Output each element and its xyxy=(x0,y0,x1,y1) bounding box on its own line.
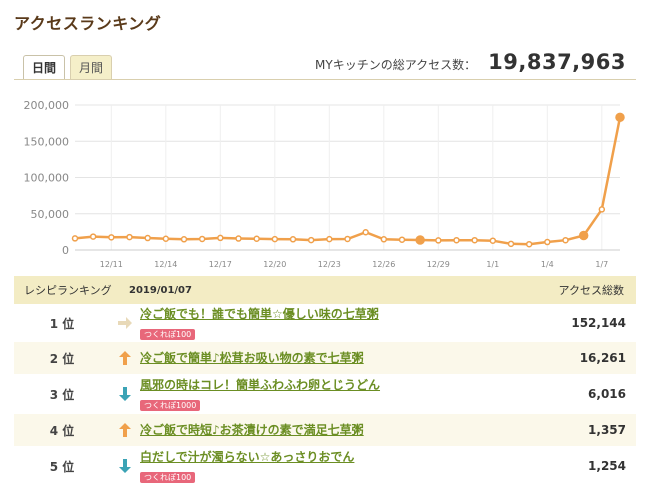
ranking-row: 4 位 冷ご飯で時短♪お茶漬けの素で満足七草粥 1,357 xyxy=(14,414,636,446)
tsukurepo-badge: つくれぽ100 xyxy=(140,328,196,340)
trend-down-icon xyxy=(110,386,140,402)
data-point xyxy=(578,230,589,241)
series-line xyxy=(74,117,622,246)
trend-up-icon xyxy=(110,350,140,366)
data-point xyxy=(471,236,478,244)
tab-daily[interactable]: 日間 xyxy=(23,55,66,80)
data-point xyxy=(435,237,442,244)
x-tick-label: 12/11 xyxy=(100,260,123,269)
data-point xyxy=(289,236,297,243)
rank-number: 3 位 xyxy=(49,387,75,402)
data-point xyxy=(144,234,151,242)
x-tick-label: 12/20 xyxy=(263,260,286,269)
data-point xyxy=(453,236,460,244)
ranking-date: 2019/01/07 xyxy=(129,284,192,296)
data-point xyxy=(307,236,315,244)
rank-number: 4 位 xyxy=(49,423,75,438)
ranking-list: 1 位 冷ご飯でも！誰でも簡単☆優しい味の七草粥 つくれぽ100 152,144… xyxy=(14,304,636,486)
data-point xyxy=(562,236,569,244)
data-point xyxy=(525,240,533,248)
trend-down-icon xyxy=(110,458,140,474)
x-tick-label: 12/23 xyxy=(318,260,341,269)
data-point xyxy=(489,237,497,244)
total-access-value: 19,837,963 xyxy=(488,50,626,74)
recipe-link[interactable]: 冷ご飯でも！誰でも簡単☆優しい味の七草粥 xyxy=(140,306,526,322)
page-title: アクセスランキング xyxy=(14,14,162,33)
x-tick-label: 1/1 xyxy=(486,260,499,269)
total-access-label: MYキッチンの総アクセス数： xyxy=(315,58,477,72)
data-point xyxy=(598,206,606,213)
data-point xyxy=(108,234,115,241)
data-point xyxy=(217,234,224,242)
x-tick-label: 12/14 xyxy=(154,260,177,269)
recipe-link[interactable]: 冷ご飯で簡単♪松茸お吸い物の素で七草粥 xyxy=(140,350,526,366)
data-point xyxy=(71,235,79,242)
data-point xyxy=(162,235,170,243)
data-point xyxy=(544,238,551,246)
data-point xyxy=(398,236,406,243)
trend-same-icon xyxy=(110,316,140,330)
ranking-row: 2 位 冷ご飯で簡単♪松茸お吸い物の素で七草粥 16,261 xyxy=(14,342,636,374)
access-count: 16,261 xyxy=(579,351,626,365)
data-point xyxy=(344,235,351,243)
recipe-link[interactable]: 冷ご飯で時短♪お茶漬けの素で満足七草粥 xyxy=(140,422,526,438)
rank-number: 5 位 xyxy=(49,459,75,474)
recipe-link[interactable]: 風邪の時はコレ！簡単ふわふわ卵とじうどん xyxy=(140,377,526,393)
data-point xyxy=(507,240,515,248)
data-point xyxy=(180,236,188,243)
y-tick-label: 100,000 xyxy=(24,172,70,185)
ranking-row: 1 位 冷ご飯でも！誰でも簡単☆優しい味の七草粥 つくれぽ100 152,144 xyxy=(14,304,636,342)
data-point xyxy=(89,233,97,240)
data-point xyxy=(126,233,133,241)
tab-monthly[interactable]: 月間 xyxy=(70,55,113,80)
ranking-row: 3 位 風邪の時はコレ！簡単ふわふわ卵とじうどん つくれぽ1000 6,016 xyxy=(14,374,636,414)
recipe-link[interactable]: 白だしで汁が濁らない☆あっさりおでん xyxy=(140,449,526,465)
data-point xyxy=(380,236,388,243)
access-count: 1,254 xyxy=(588,459,626,473)
period-tabs: 日間 月間 xyxy=(23,55,113,80)
tsukurepo-badge: つくれぽ100 xyxy=(140,471,196,483)
y-tick-label: 50,000 xyxy=(31,208,70,221)
ranking-count-header: アクセス総数 xyxy=(558,284,624,297)
data-point xyxy=(415,235,425,245)
x-tick-label: 12/17 xyxy=(209,260,232,269)
data-point xyxy=(198,235,206,243)
x-tick-label: 1/7 xyxy=(595,260,608,269)
ranking-header: レシピランキング 2019/01/07 アクセス総数 xyxy=(14,276,636,304)
rank-number: 2 位 xyxy=(49,351,75,366)
y-tick-label: 200,000 xyxy=(24,99,70,112)
total-access: MYキッチンの総アクセス数： 19,837,963 xyxy=(315,50,626,74)
x-tick-label: 12/26 xyxy=(372,260,395,269)
x-tick-label: 12/29 xyxy=(427,260,450,269)
y-tick-label: 150,000 xyxy=(24,135,70,148)
access-line-chart: 0 50,000 100,000 150,000 200,000 12/11 12/14 12… xyxy=(24,99,625,269)
y-tick-label: 0 xyxy=(62,244,69,257)
ranking-header-title: レシピランキング xyxy=(24,284,112,297)
rank-number: 1 位 xyxy=(49,316,75,331)
tsukurepo-badge: つくれぽ1000 xyxy=(140,399,201,411)
data-point xyxy=(362,228,369,236)
tab-divider xyxy=(14,79,636,80)
data-point xyxy=(253,235,260,243)
access-count: 6,016 xyxy=(588,387,626,401)
access-count: 152,144 xyxy=(571,316,626,330)
trend-up-icon xyxy=(110,422,140,438)
access-count: 1,357 xyxy=(588,423,626,437)
data-point xyxy=(615,112,625,123)
ranking-row: 5 位 白だしで汁が濁らない☆あっさりおでん つくれぽ100 1,254 xyxy=(14,446,636,486)
data-point xyxy=(326,235,333,243)
data-point xyxy=(235,235,242,242)
x-tick-label: 1/4 xyxy=(541,260,554,269)
data-point xyxy=(271,235,279,243)
